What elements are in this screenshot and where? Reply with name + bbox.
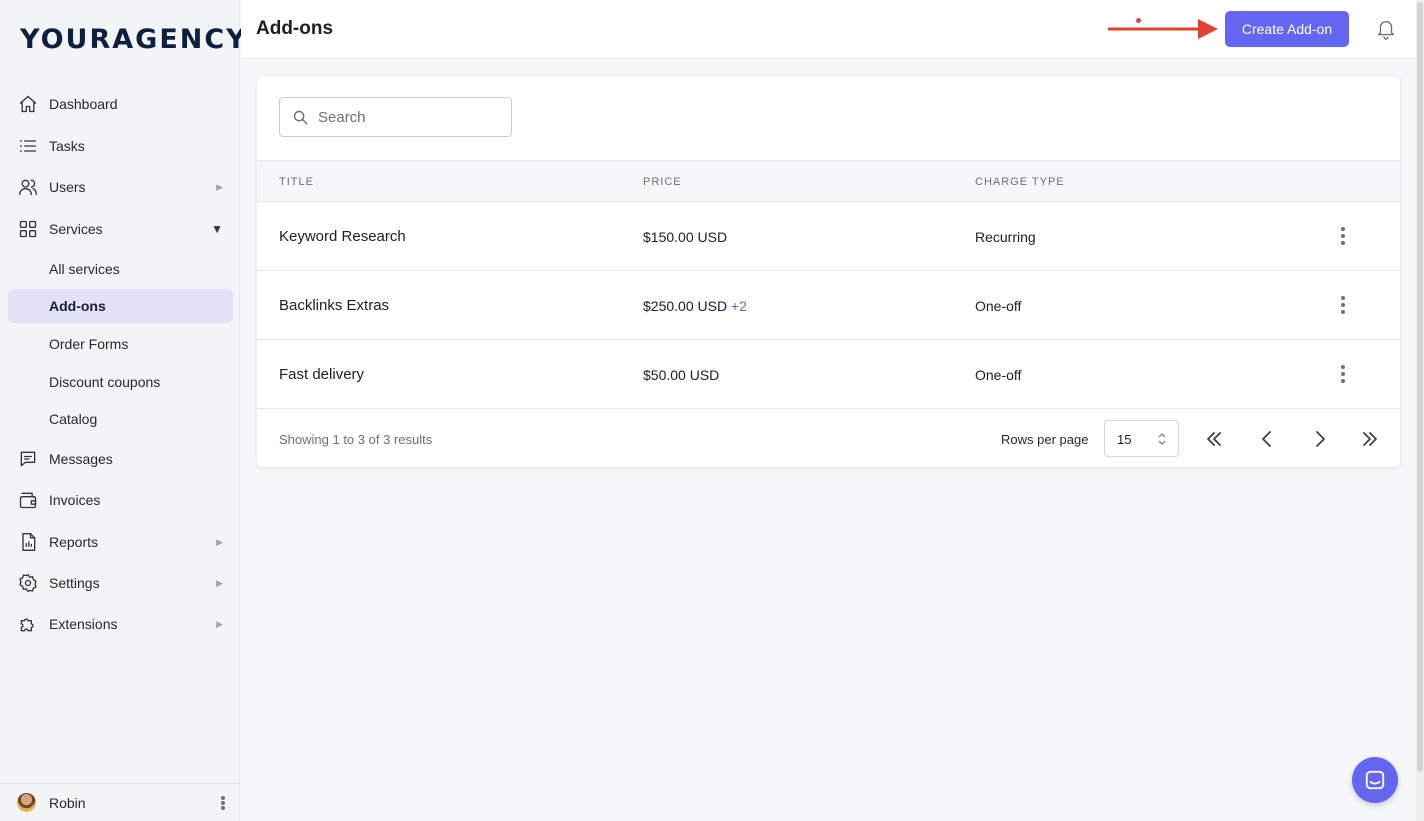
page-title: Add-ons — [256, 18, 334, 39]
sidebar-item-label: Messages — [49, 451, 113, 467]
avatar — [17, 793, 36, 812]
home-icon — [17, 93, 39, 115]
list-icon — [17, 135, 39, 157]
page-scrollbar[interactable] — [1416, 0, 1424, 821]
first-page-button[interactable] — [1204, 428, 1224, 450]
add-on-charge-type: Recurring — [975, 229, 1036, 245]
chat-launcher-button[interactable] — [1352, 757, 1398, 803]
price-value: $150.00 USD — [643, 229, 728, 245]
last-page-button[interactable] — [1360, 428, 1380, 450]
chevron-right-icon: ▶ — [216, 618, 223, 629]
add-on-charge-type: One-off — [975, 298, 1022, 314]
chevron-right-icon — [1316, 431, 1325, 447]
sidebar-subitem-label: Order Forms — [49, 336, 129, 352]
column-header-title[interactable]: TITLE — [279, 176, 314, 188]
bell-icon[interactable] — [1375, 17, 1397, 41]
search-field[interactable] — [279, 97, 512, 137]
sidebar-item-messages[interactable]: Messages — [8, 442, 233, 476]
sidebar-item-reports[interactable]: Reports ▶ — [8, 525, 233, 559]
sidebar-subitem-label: Add-ons — [49, 298, 106, 314]
sidebar-subitem-catalog[interactable]: Catalog — [8, 402, 233, 436]
sidebar-item-services[interactable]: Services ▼ — [8, 212, 233, 246]
results-summary: Showing 1 to 3 of 3 results — [279, 432, 433, 447]
gear-icon — [17, 572, 39, 594]
row-actions-menu-icon[interactable] — [1340, 227, 1346, 245]
price-extra-link[interactable]: +2 — [731, 298, 747, 314]
select-updown-icon — [1158, 432, 1166, 446]
sidebar-subitem-order-forms[interactable]: Order Forms — [8, 327, 233, 361]
double-chevron-left-icon — [1207, 432, 1221, 446]
sidebar-item-label: Tasks — [49, 138, 85, 154]
sidebar-item-tasks[interactable]: Tasks — [8, 129, 233, 163]
sidebar-item-invoices[interactable]: Invoices — [8, 483, 233, 517]
previous-page-button[interactable] — [1257, 428, 1277, 450]
add-on-price: $250.00 USD +2 — [643, 298, 747, 314]
add-on-title[interactable]: Backlinks Extras — [279, 297, 389, 314]
sidebar-item-settings[interactable]: Settings ▶ — [8, 566, 233, 600]
search-icon — [293, 110, 308, 125]
sidebar-subitem-discount-coupons[interactable]: Discount coupons — [8, 365, 233, 399]
scrollbar-thumb[interactable] — [1417, 2, 1423, 772]
notification-dot — [1136, 18, 1141, 23]
sidebar-item-label: Settings — [49, 575, 100, 591]
rows-per-page-label: Rows per page — [1001, 432, 1089, 447]
sidebar-item-label: Invoices — [49, 492, 101, 508]
sidebar-item-label: Extensions — [49, 616, 118, 632]
next-page-button[interactable] — [1310, 428, 1330, 450]
puzzle-icon — [17, 613, 39, 635]
sidebar-subitem-label: Catalog — [49, 411, 98, 427]
chevron-down-icon: ▼ — [211, 222, 223, 236]
report-icon — [17, 531, 39, 553]
top-header: Add-ons Create Add-on — [241, 0, 1416, 59]
chevron-left-icon — [1262, 431, 1271, 447]
sidebar-item-dashboard[interactable]: Dashboard — [8, 87, 233, 121]
rows-per-page-select[interactable]: 15 — [1104, 420, 1179, 457]
add-on-price: $50.00 USD — [643, 367, 719, 383]
sidebar-subitem-label: Discount coupons — [49, 374, 161, 390]
price-value: $50.00 USD — [643, 367, 720, 383]
add-on-title[interactable]: Keyword Research — [279, 228, 406, 245]
user-name: Robin — [49, 795, 86, 811]
message-icon — [17, 448, 39, 470]
sidebar-item-label: Dashboard — [49, 96, 118, 112]
more-vertical-icon[interactable] — [220, 796, 226, 810]
add-on-title[interactable]: Fast delivery — [279, 366, 364, 383]
annotation-arrow-icon — [1108, 19, 1218, 39]
chevron-right-icon: ▶ — [216, 181, 223, 192]
sidebar: YOURAGENCY Dashboard Tasks Users ▶ Servi… — [0, 0, 246, 821]
add-ons-table-card: TITLE PRICE CHARGE TYPE Keyword Research… — [256, 75, 1401, 468]
table-row[interactable]: Backlinks Extras $250.00 USD +2 One-off — [257, 271, 1400, 340]
column-header-price[interactable]: PRICE — [643, 176, 682, 188]
chat-icon — [1365, 770, 1385, 790]
row-actions-menu-icon[interactable] — [1340, 296, 1346, 314]
add-on-charge-type: One-off — [975, 367, 1022, 383]
sidebar-subitem-label: All services — [49, 261, 120, 277]
double-chevron-right-icon — [1363, 432, 1377, 446]
sidebar-item-label: Services — [49, 221, 103, 237]
column-header-charge-type[interactable]: CHARGE TYPE — [975, 176, 1065, 188]
sidebar-subitem-all-services[interactable]: All services — [8, 252, 233, 286]
sidebar-item-users[interactable]: Users ▶ — [8, 170, 233, 204]
chevron-right-icon: ▶ — [216, 577, 223, 588]
sidebar-subitem-add-ons[interactable]: Add-ons — [8, 289, 233, 323]
brand-logo[interactable]: YOURAGENCY — [20, 24, 248, 55]
create-add-on-button[interactable]: Create Add-on — [1225, 11, 1349, 47]
table-header: TITLE PRICE CHARGE TYPE — [257, 160, 1400, 202]
rows-per-page-value: 15 — [1117, 432, 1132, 447]
sidebar-item-extensions[interactable]: Extensions ▶ — [8, 607, 233, 641]
users-icon — [17, 176, 39, 198]
sidebar-item-label: Reports — [49, 534, 99, 550]
grid-icon — [17, 218, 39, 240]
table-row[interactable]: Keyword Research $150.00 USD Recurring — [257, 202, 1400, 271]
search-input[interactable] — [318, 106, 503, 128]
chevron-right-icon: ▶ — [216, 536, 223, 547]
wallet-icon — [17, 489, 39, 511]
price-value: $250.00 USD — [643, 298, 728, 314]
table-row[interactable]: Fast delivery $50.00 USD One-off — [257, 340, 1400, 409]
row-actions-menu-icon[interactable] — [1340, 365, 1346, 383]
add-on-price: $150.00 USD — [643, 229, 727, 245]
sidebar-item-label: Users — [49, 179, 86, 195]
current-user[interactable]: Robin — [0, 783, 240, 821]
